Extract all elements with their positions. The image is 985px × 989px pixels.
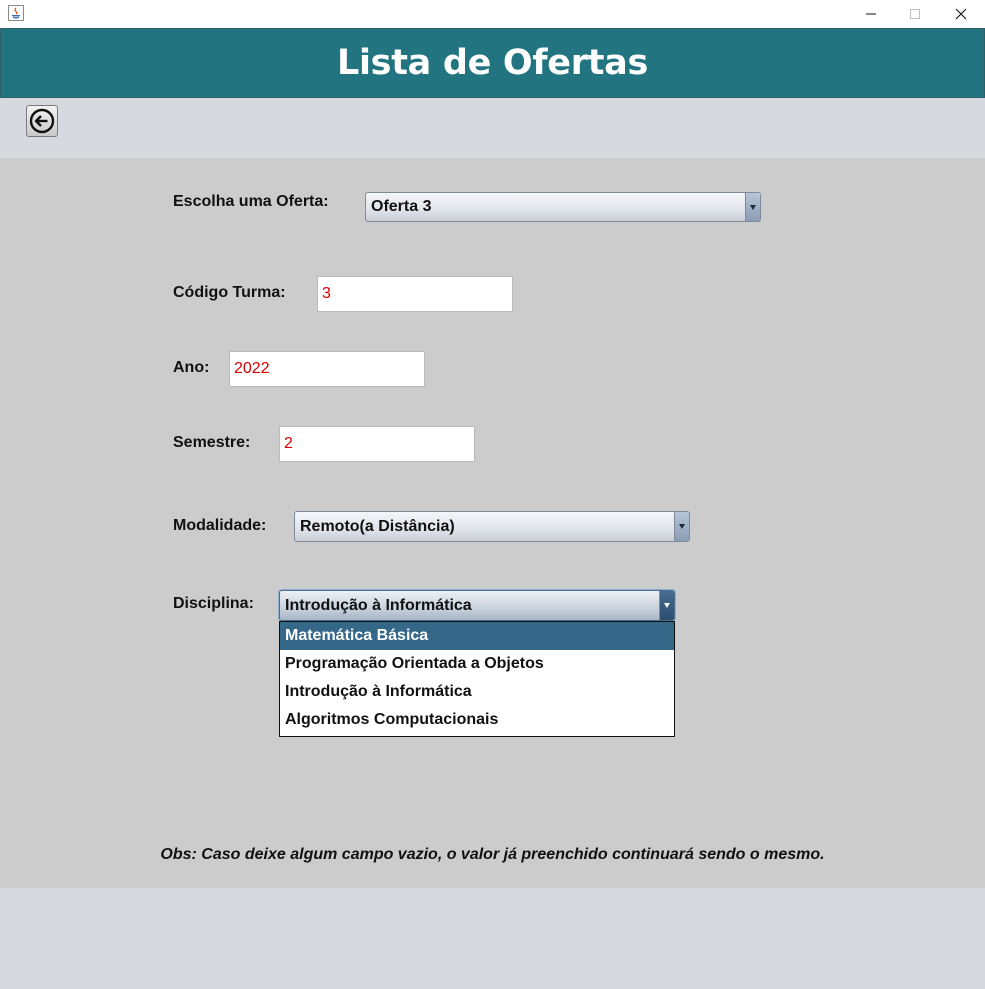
dropdown-option[interactable]: Matemática Básica: [280, 622, 674, 650]
oferta-label: Escolha uma Oferta:: [173, 193, 329, 210]
observation-note: Obs: Caso deixe algum campo vazio, o val…: [160, 846, 825, 863]
minimize-icon[interactable]: [848, 0, 894, 28]
oferta-select-value: Oferta 3: [371, 198, 432, 215]
dropdown-option[interactable]: Introdução à Informática: [280, 678, 674, 706]
chevron-down-icon[interactable]: [659, 591, 674, 620]
modalidade-label: Modalidade:: [173, 517, 267, 534]
semestre-field[interactable]: 2: [279, 426, 475, 462]
ano-label: Ano:: [173, 359, 210, 376]
chevron-down-icon[interactable]: [674, 512, 689, 541]
modalidade-select[interactable]: Remoto(a Distância): [294, 511, 690, 542]
oferta-select[interactable]: Oferta 3: [365, 192, 761, 222]
disciplina-dropdown-list: Matemática Básica Programação Orientada …: [279, 621, 675, 737]
disciplina-label: Disciplina:: [173, 595, 254, 612]
back-button[interactable]: [26, 105, 58, 137]
codigo-turma-label: Código Turma:: [173, 284, 286, 301]
disciplina-select[interactable]: Introdução à Informática: [279, 590, 675, 621]
codigo-turma-field[interactable]: 3: [317, 276, 513, 312]
java-icon: [8, 5, 24, 21]
page-header: Lista de Ofertas: [0, 28, 985, 98]
maximize-icon[interactable]: [892, 0, 938, 28]
ano-field[interactable]: 2022: [229, 351, 425, 387]
semestre-label: Semestre:: [173, 434, 251, 451]
close-icon[interactable]: [938, 0, 984, 28]
modalidade-select-value: Remoto(a Distância): [300, 517, 455, 535]
arrow-left-circle-icon: [29, 108, 55, 134]
page-title: Lista de Ofertas: [336, 43, 648, 83]
dropdown-option[interactable]: Programação Orientada a Objetos: [280, 650, 674, 678]
chevron-down-icon[interactable]: [745, 193, 760, 221]
disciplina-select-value: Introdução à Informática: [285, 596, 472, 614]
dropdown-option[interactable]: Algoritmos Computacionais: [280, 706, 674, 734]
window-titlebar: [0, 0, 985, 28]
toolbar: [0, 98, 985, 158]
